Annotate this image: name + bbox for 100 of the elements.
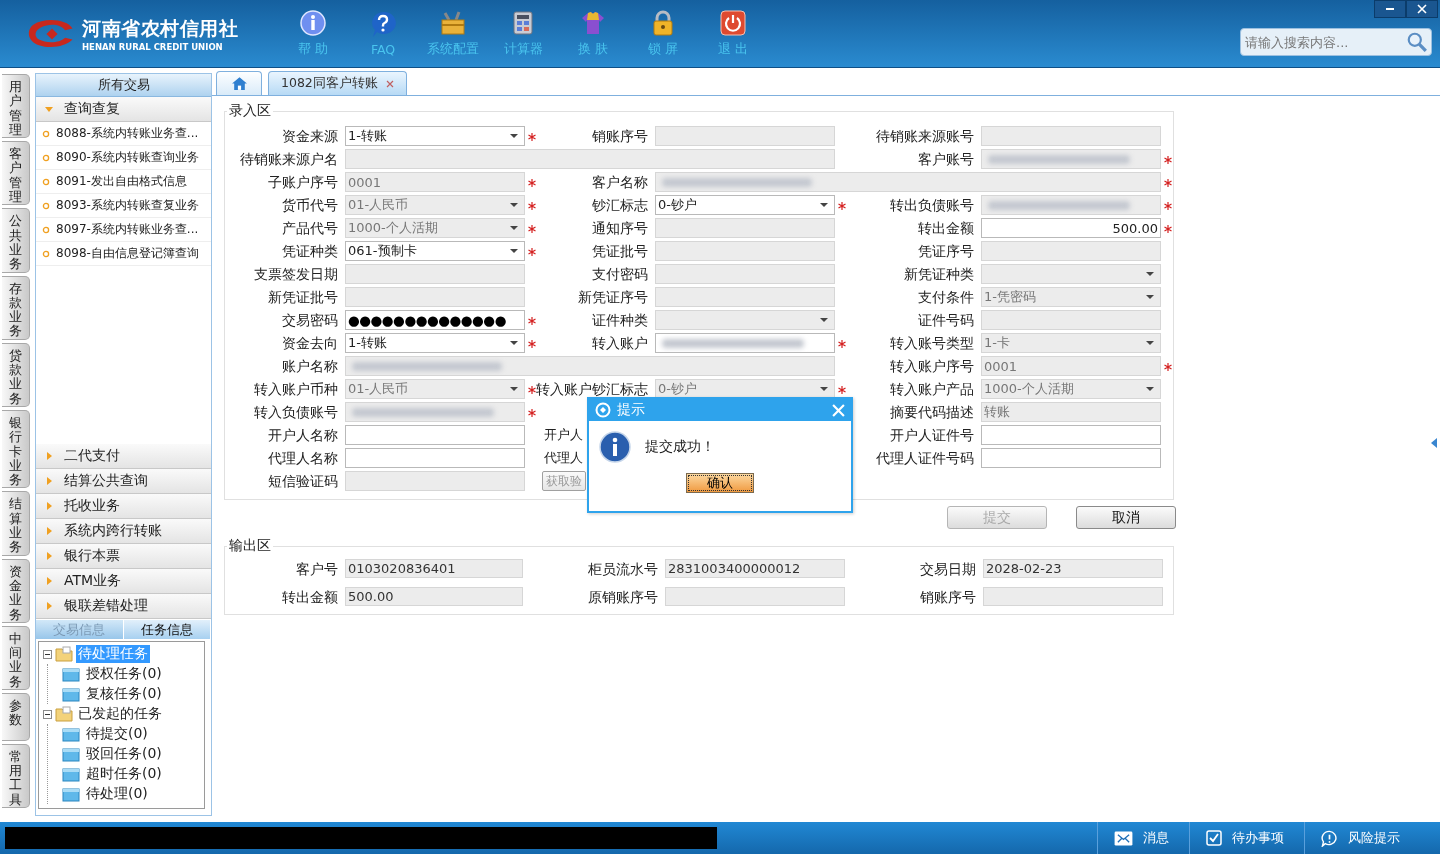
tree-item[interactable]: 超时任务(0) bbox=[84, 765, 164, 783]
caret-icon bbox=[1146, 341, 1154, 346]
status-button[interactable]: 风险提示 bbox=[1304, 822, 1440, 854]
envelope-icon bbox=[1114, 830, 1133, 846]
dropdown-field[interactable]: 1-转账 bbox=[345, 126, 525, 146]
side-tab[interactable]: 参数 bbox=[2, 693, 30, 741]
folder-icon bbox=[62, 726, 80, 742]
info-icon bbox=[599, 431, 631, 463]
dropdown-field[interactable]: 1-转账 bbox=[345, 333, 525, 353]
caret-icon bbox=[510, 249, 518, 254]
caret-icon bbox=[510, 387, 518, 392]
home-tab[interactable] bbox=[216, 71, 262, 95]
caret-icon bbox=[1146, 295, 1154, 300]
tree-item[interactable]: 驳回任务(0) bbox=[84, 745, 164, 763]
field-label: 子账户序号 bbox=[267, 173, 339, 192]
menu-item[interactable]: 8091-发出自由格式信息 bbox=[36, 170, 211, 194]
search-field[interactable]: 请输入搜索内容... bbox=[1240, 28, 1432, 56]
close-button[interactable] bbox=[1406, 0, 1438, 18]
tree-item[interactable]: 已发起的任务 bbox=[76, 705, 164, 723]
field-label: 交易日期 bbox=[919, 560, 977, 578]
accordion-header[interactable]: 结算公共查询 bbox=[36, 469, 211, 494]
field-label: 转入负债账号 bbox=[253, 403, 339, 422]
side-tab[interactable]: 中间业务 bbox=[2, 625, 30, 690]
side-tab[interactable]: 结算业务 bbox=[2, 491, 30, 556]
confirm-button[interactable]: 确认 bbox=[686, 473, 754, 493]
side-tab[interactable]: 存款业务 bbox=[2, 275, 30, 340]
accordion-header[interactable]: 系统内跨行转账 bbox=[36, 519, 211, 544]
caret-icon bbox=[44, 576, 54, 586]
menu-item[interactable]: 8088-系统内转账业务查... bbox=[36, 122, 211, 146]
field-label: 转入账户产品 bbox=[889, 380, 975, 399]
text-field[interactable] bbox=[345, 448, 525, 468]
side-tab[interactable]: 公共业务 bbox=[2, 208, 30, 273]
text-field[interactable]: 500.00 bbox=[981, 218, 1161, 238]
caret-icon bbox=[1146, 387, 1154, 392]
action-button[interactable]: 取消 bbox=[1076, 506, 1176, 529]
field-label: 开户人证件号 bbox=[889, 426, 975, 445]
dropdown-field[interactable]: 061-预制卡 bbox=[345, 241, 525, 261]
collapse-icon[interactable] bbox=[43, 709, 52, 719]
field-label: 转入账户序号 bbox=[889, 357, 975, 376]
tree-item[interactable]: 授权任务(0) bbox=[84, 665, 164, 683]
side-tab[interactable]: 贷款业务 bbox=[2, 342, 30, 407]
bullet-icon bbox=[42, 201, 50, 210]
accordion-header[interactable]: ATM业务 bbox=[36, 569, 211, 594]
accordion-header[interactable]: 银行本票 bbox=[36, 544, 211, 569]
text-field[interactable] bbox=[345, 425, 525, 445]
field-label: 证件种类 bbox=[591, 311, 649, 330]
side-tab[interactable]: 资金业务 bbox=[2, 558, 30, 623]
menu-item[interactable]: 8097-系统内转账业务查... bbox=[36, 218, 211, 242]
field-label: 客户名称 bbox=[591, 173, 649, 192]
alert-bubble-icon bbox=[1321, 829, 1338, 847]
side-tab[interactable]: 用户管理 bbox=[2, 74, 30, 139]
menu-item[interactable]: 8098-自由信息登记簿查询 bbox=[36, 242, 211, 266]
field-label: 钞汇标志 bbox=[591, 196, 649, 215]
field-label: 支票签发日期 bbox=[253, 265, 339, 284]
side-tab[interactable]: 常用工具 bbox=[2, 743, 30, 808]
status-button[interactable]: 消息 bbox=[1097, 822, 1189, 854]
field-label: 转出金额 bbox=[281, 588, 339, 606]
field-label: 转入账户币种 bbox=[253, 380, 339, 399]
caret-icon bbox=[44, 476, 54, 486]
text-field[interactable] bbox=[655, 333, 835, 353]
dropdown-field[interactable]: 0-钞户 bbox=[655, 195, 835, 215]
caret-icon bbox=[820, 203, 828, 208]
field-label: 资金来源 bbox=[281, 127, 339, 146]
side-tab[interactable]: 客户管理 bbox=[2, 141, 30, 206]
checkbox-icon bbox=[1206, 830, 1222, 846]
caret-icon bbox=[510, 134, 518, 139]
caret-icon bbox=[510, 341, 518, 346]
password-field[interactable]: ●●●●●●●●●●●●●● bbox=[345, 310, 525, 330]
menu-item[interactable]: 8090-系统内转账查询业务 bbox=[36, 146, 211, 170]
close-icon[interactable] bbox=[385, 79, 394, 88]
folder-icon bbox=[62, 766, 80, 782]
section-title: 录入区 bbox=[228, 102, 272, 120]
field-label: 转出金额 bbox=[917, 219, 975, 238]
folder-icon bbox=[62, 666, 80, 682]
side-tab[interactable]: 银行卡业务 bbox=[2, 409, 30, 489]
field-label: 产品代号 bbox=[281, 219, 339, 238]
expand-arrow-icon[interactable] bbox=[1431, 438, 1437, 448]
status-button[interactable]: 待办事项 bbox=[1189, 822, 1304, 854]
page-tab[interactable]: 1082同客户转账 bbox=[268, 71, 407, 95]
logo-title: 河南省农村信用社 bbox=[82, 15, 238, 41]
tree-item[interactable]: 待处理(0) bbox=[84, 785, 150, 803]
menu-item[interactable]: 8093-系统内转账查复业务 bbox=[36, 194, 211, 218]
panel-tab[interactable]: 任务信息 bbox=[123, 620, 211, 639]
dialog-message: 提交成功！ bbox=[645, 438, 715, 456]
text-field[interactable] bbox=[981, 448, 1161, 468]
collapse-icon[interactable] bbox=[43, 649, 52, 659]
accordion-header[interactable]: 查询查复 bbox=[36, 97, 211, 122]
caret-icon bbox=[44, 501, 54, 511]
accordion-header[interactable]: 托收业务 bbox=[36, 494, 211, 519]
tree-item[interactable]: 复核任务(0) bbox=[84, 685, 164, 703]
caret-icon bbox=[44, 451, 54, 461]
folder-icon bbox=[62, 746, 80, 762]
accordion-header[interactable]: 二代支付 bbox=[36, 444, 211, 469]
accordion-header[interactable]: 银联差错处理 bbox=[36, 594, 211, 619]
field-label: 凭证批号 bbox=[591, 242, 649, 261]
text-field[interactable] bbox=[981, 425, 1161, 445]
tree-item[interactable]: 待提交(0) bbox=[84, 725, 150, 743]
field-label: 通知序号 bbox=[591, 219, 649, 238]
field-label: 客户号 bbox=[295, 560, 339, 578]
minimize-button[interactable] bbox=[1374, 0, 1406, 18]
